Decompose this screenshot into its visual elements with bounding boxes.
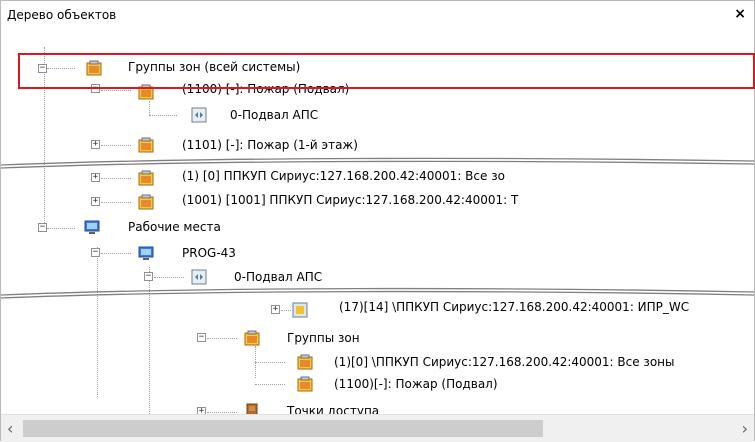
zone-group-icon xyxy=(138,137,154,153)
tree-node-ppkup-1[interactable]: + (1) [0] ППКУП Сириус:127.168.200.42:40… xyxy=(1,169,741,188)
tree-node-prog43[interactable]: − PROG-43 xyxy=(1,245,741,263)
selection-highlight xyxy=(18,53,755,89)
door-icon xyxy=(246,403,258,414)
computer-icon xyxy=(84,220,100,234)
tree-node-label: 0-Подвал АПС xyxy=(234,270,323,284)
expand-icon[interactable]: + xyxy=(271,305,280,314)
computer-icon xyxy=(138,246,154,260)
tree-node-item-17[interactable]: + (17)[14] \ППКУП Сириус:127.168.200.42:… xyxy=(1,300,754,320)
break-line xyxy=(1,287,754,299)
collapse-icon[interactable]: − xyxy=(91,248,100,257)
expand-icon[interactable]: + xyxy=(91,173,100,182)
expand-icon[interactable]: + xyxy=(91,140,100,149)
scroll-left-icon[interactable]: ‹ xyxy=(7,419,13,438)
tree-node-zone-1101[interactable]: + (1101) [-]: Пожар (1-й этаж) xyxy=(1,137,741,155)
tree-node-label: (1100)[-]: Пожар (Подвал) xyxy=(334,377,498,391)
expand-icon[interactable]: + xyxy=(197,407,206,414)
detector-icon xyxy=(292,302,308,318)
zone-group-icon xyxy=(244,330,260,346)
tree-node-label: (1) [0] ППКУП Сириус:127.168.200.42:4000… xyxy=(182,169,505,183)
tree-node-sub-1-0[interactable]: (1)[0] \ППКУП Сириус:127.168.200.42:4000… xyxy=(1,346,754,378)
tree-node-label: Рабочие места xyxy=(128,220,221,234)
zone-group-icon xyxy=(138,170,154,186)
tree-node-label: (17)[14] \ППКУП Сириус:127.168.200.42:40… xyxy=(339,300,690,314)
zone-group-icon xyxy=(297,354,313,370)
tree-node-label: 0-Подвал АПС xyxy=(230,108,319,122)
collapse-icon[interactable]: − xyxy=(197,333,206,342)
tree-node-access-points[interactable]: + Точки доступа xyxy=(1,403,741,414)
collapse-icon[interactable]: − xyxy=(144,272,153,281)
tree-node-label: (1101) [-]: Пожар (1-й этаж) xyxy=(182,138,358,152)
tree-node-label: Группы зон xyxy=(287,331,360,345)
zone-group-icon xyxy=(138,194,154,210)
break-line xyxy=(1,157,754,169)
tree-node-workplaces[interactable]: − Рабочие места xyxy=(1,219,741,237)
horizontal-scrollbar[interactable]: ‹ › xyxy=(1,414,754,442)
tree-node-label: PROG-43 xyxy=(182,246,236,260)
scrollbar-thumb[interactable] xyxy=(23,420,543,437)
zone-icon xyxy=(191,107,207,123)
scroll-right-icon[interactable]: › xyxy=(742,419,748,438)
tree-node-zone-1100-child[interactable]: 0-Подвал АПС xyxy=(1,101,741,127)
tree-node-label: (1001) [1001] ППКУП Сириус:127.168.200.4… xyxy=(182,193,519,207)
tree-node-label: (1)[0] \ППКУП Сириус:127.168.200.42:4000… xyxy=(334,355,675,369)
tree-node-groups-zones[interactable]: − Группы зон xyxy=(1,330,741,348)
expand-icon[interactable]: + xyxy=(91,197,100,206)
tree-node-sub-1100[interactable]: (1100)[-]: Пожар (Подвал) xyxy=(1,376,741,394)
zone-icon xyxy=(191,269,207,285)
object-tree-panel: Дерево объектов × − Группы зон (всей сис… xyxy=(0,0,755,442)
panel-titlebar: Дерево объектов × xyxy=(1,1,754,29)
close-icon[interactable]: × xyxy=(734,6,746,22)
tree-node-ppkup-1001[interactable]: + (1001) [1001] ППКУП Сириус:127.168.200… xyxy=(1,193,741,212)
tree-node-label: Точки доступа xyxy=(287,404,380,414)
collapse-icon[interactable]: − xyxy=(38,223,47,232)
zone-group-icon xyxy=(297,376,313,392)
panel-title: Дерево объектов xyxy=(7,8,117,22)
